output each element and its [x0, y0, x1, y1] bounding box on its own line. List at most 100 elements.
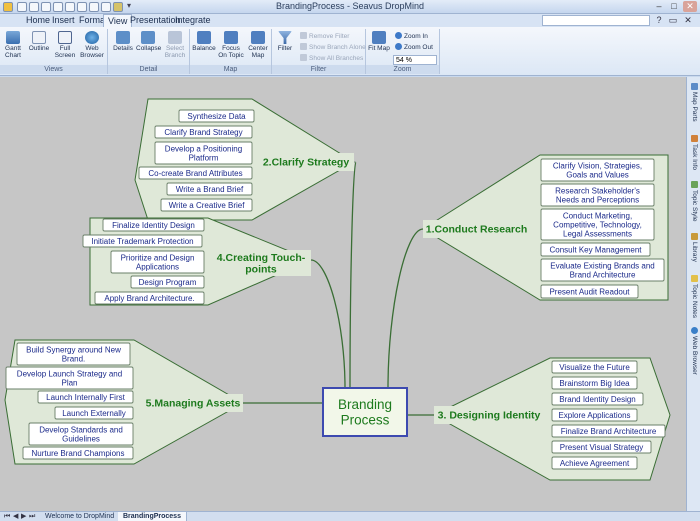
tab-insert[interactable]: Insert: [48, 14, 79, 27]
search-input[interactable]: [542, 15, 650, 26]
subtopic[interactable]: Launch Internally First: [37, 390, 134, 404]
fit-map-button[interactable]: Fit Map: [368, 31, 390, 52]
last-tab-icon[interactable]: ⏭: [29, 512, 35, 521]
minimize-button[interactable]: –: [652, 1, 666, 12]
subtopic[interactable]: Brainstorm Big Idea: [551, 376, 638, 390]
dock-tab-web-browser[interactable]: Web Browser: [688, 327, 700, 375]
gantt-chart-button[interactable]: Gantt Chart: [2, 31, 24, 59]
subtopic[interactable]: Clarify Vision, Strategies, Goals and Val…: [540, 158, 655, 182]
web-browser-button[interactable]: Web Browser: [79, 31, 105, 59]
branch-topic-label: 3. Designing Identity: [438, 410, 541, 422]
center-map-button[interactable]: Center Map: [246, 31, 270, 59]
focus-icon: [224, 31, 238, 44]
dock-tab-topic-style[interactable]: Topic Style: [688, 181, 700, 221]
branch-topic-5[interactable]: 5.Managing Assets: [143, 394, 243, 412]
subtopic[interactable]: Evaluate Existing Brands and Brand Archit…: [540, 258, 665, 282]
zoom-level-select[interactable]: 54 %: [393, 55, 437, 65]
subtopic[interactable]: Conduct Marketing, Competitive, Technolog…: [540, 208, 655, 241]
subtopic[interactable]: Clarify Brand Strategy: [154, 125, 253, 139]
close-document-icon[interactable]: ✕: [683, 15, 693, 25]
subtopic[interactable]: Co-create Brand Attributes: [138, 166, 253, 180]
maximize-button[interactable]: □: [667, 1, 681, 12]
branch-topic-1[interactable]: 1.Conduct Research: [423, 220, 530, 238]
subtopic-label: Initiate Trademark Protection: [91, 237, 193, 246]
branch-topic-4[interactable]: 4.Creating Touch-points: [211, 250, 311, 276]
subtopic[interactable]: Initiate Trademark Protection: [82, 234, 203, 248]
restore-icon[interactable]: ▭: [668, 15, 678, 25]
map-group-label: Map: [190, 65, 271, 74]
full-screen-button[interactable]: Full Screen: [53, 31, 77, 59]
subtopic-label: Launch Externally: [62, 409, 126, 418]
subtopic[interactable]: Present Visual Strategy: [551, 440, 652, 454]
select-branch-button[interactable]: Select Branch: [162, 31, 188, 59]
tab-integrate[interactable]: Integrate: [171, 14, 215, 27]
branch-topic-label: 1.Conduct Research: [426, 224, 528, 236]
subtopic[interactable]: Prioritize and Design Applications: [110, 250, 205, 274]
subtopic-label: Design Program: [139, 278, 197, 287]
outline-button[interactable]: Outline: [27, 31, 51, 52]
branch-topic-2[interactable]: 2.Clarify Strategy: [258, 153, 354, 171]
focus-on-topic-button[interactable]: Focus On Topic: [218, 31, 244, 59]
subtopic[interactable]: Apply Brand Architecture.: [94, 291, 205, 305]
dock-tab-library[interactable]: Library: [688, 233, 700, 262]
subtopic[interactable]: Build Synergy around New Brand.: [16, 342, 131, 366]
doc-tab-welcome[interactable]: Welcome to DropMind: [40, 512, 121, 521]
subtopic-label: Co-create Brand Attributes: [148, 169, 242, 178]
show-branch-alone-button[interactable]: Show Branch Alone: [300, 43, 366, 52]
dock-tab-topic-notes[interactable]: Topic Notes: [688, 275, 700, 318]
filter-group: Filter Remove Filter Show Branch Alone S…: [272, 29, 366, 74]
subtopic[interactable]: Develop Standards and Guidelines: [28, 422, 134, 446]
remove-filter-button[interactable]: Remove Filter: [300, 32, 349, 41]
first-tab-icon[interactable]: ⏮: [4, 512, 10, 521]
dock-tab-task-info[interactable]: Task Info: [688, 135, 700, 170]
subtopic[interactable]: Synthesize Data: [178, 109, 255, 123]
subtopic-label: Nurture Brand Champions: [32, 449, 125, 458]
subtopic[interactable]: Consult Key Management: [540, 242, 651, 257]
subtopic-label: Write a Creative Brief: [169, 201, 246, 210]
zoom-in-button[interactable]: Zoom In: [395, 32, 428, 41]
window-title: BrandingProcess - Seavus DropMind: [275, 1, 425, 11]
help-icon[interactable]: ?: [654, 15, 664, 25]
dock-tab-map-parts[interactable]: Map Parts: [688, 83, 700, 122]
doc-tab-branding-process[interactable]: BrandingProcess: [118, 512, 187, 521]
subtopic[interactable]: Brand Identity Design: [551, 392, 644, 406]
show-all-branches-button[interactable]: Show All Branches: [300, 54, 363, 63]
subtopic[interactable]: Develop Launch Strategy and Plan: [5, 366, 134, 390]
subtopic[interactable]: Write a Creative Brief: [160, 198, 253, 212]
filter-group-label: Filter: [272, 65, 365, 74]
select-branch-icon: [168, 31, 182, 44]
subtopic[interactable]: Visualize the Future: [551, 360, 638, 374]
funnel-icon: [278, 31, 292, 44]
subtopic[interactable]: Nurture Brand Champions: [22, 446, 134, 460]
document-tabs-bar: ⏮ ◀ ▶ ⏭ Welcome to DropMind BrandingProc…: [0, 511, 700, 521]
subtopic[interactable]: Develop a Positioning Platform: [154, 141, 253, 165]
subtopic[interactable]: Explore Applications: [551, 408, 638, 422]
subtopic[interactable]: Write a Brand Brief: [166, 182, 253, 196]
collapse-button[interactable]: Collapse: [136, 31, 161, 52]
subtopic-label: Brand Identity Design: [559, 395, 636, 404]
central-topic[interactable]: Branding Process: [322, 387, 408, 437]
subtopic[interactable]: Achieve Agreement: [551, 456, 638, 470]
subtopic[interactable]: Finalize Brand Architecture: [551, 424, 666, 438]
task-info-icon: [690, 135, 698, 142]
details-button[interactable]: Details: [111, 31, 135, 52]
branch-topic-3[interactable]: 3. Designing Identity: [434, 406, 544, 424]
prev-tab-icon[interactable]: ◀: [13, 512, 18, 521]
close-button[interactable]: ✕: [683, 1, 697, 12]
subtopic[interactable]: Research Stakeholder's Needs and Percepti…: [540, 183, 655, 207]
subtopic-label: Research Stakeholder's Needs and Percepti…: [555, 186, 640, 204]
balance-button[interactable]: Balance: [192, 31, 216, 52]
subtopic[interactable]: Finalize Identity Design: [102, 218, 205, 232]
subtopic[interactable]: Design Program: [130, 275, 205, 289]
next-tab-icon[interactable]: ▶: [21, 512, 26, 521]
map-group: Balance Focus On Topic Center Map Map: [190, 29, 272, 74]
subtopic[interactable]: Launch Externally: [54, 406, 134, 420]
subtopic[interactable]: Present Audit Readout: [540, 284, 639, 299]
subtopic-label: Finalize Brand Architecture: [561, 427, 657, 436]
balance-icon: [197, 31, 211, 44]
zoom-out-button[interactable]: Zoom Out: [395, 43, 433, 52]
remove-filter-icon: [300, 32, 307, 39]
center-map-icon: [251, 31, 265, 44]
map-canvas[interactable]: 1.Conduct Research Clarify Vision, Strate…: [0, 77, 686, 511]
filter-button[interactable]: Filter: [274, 31, 296, 52]
